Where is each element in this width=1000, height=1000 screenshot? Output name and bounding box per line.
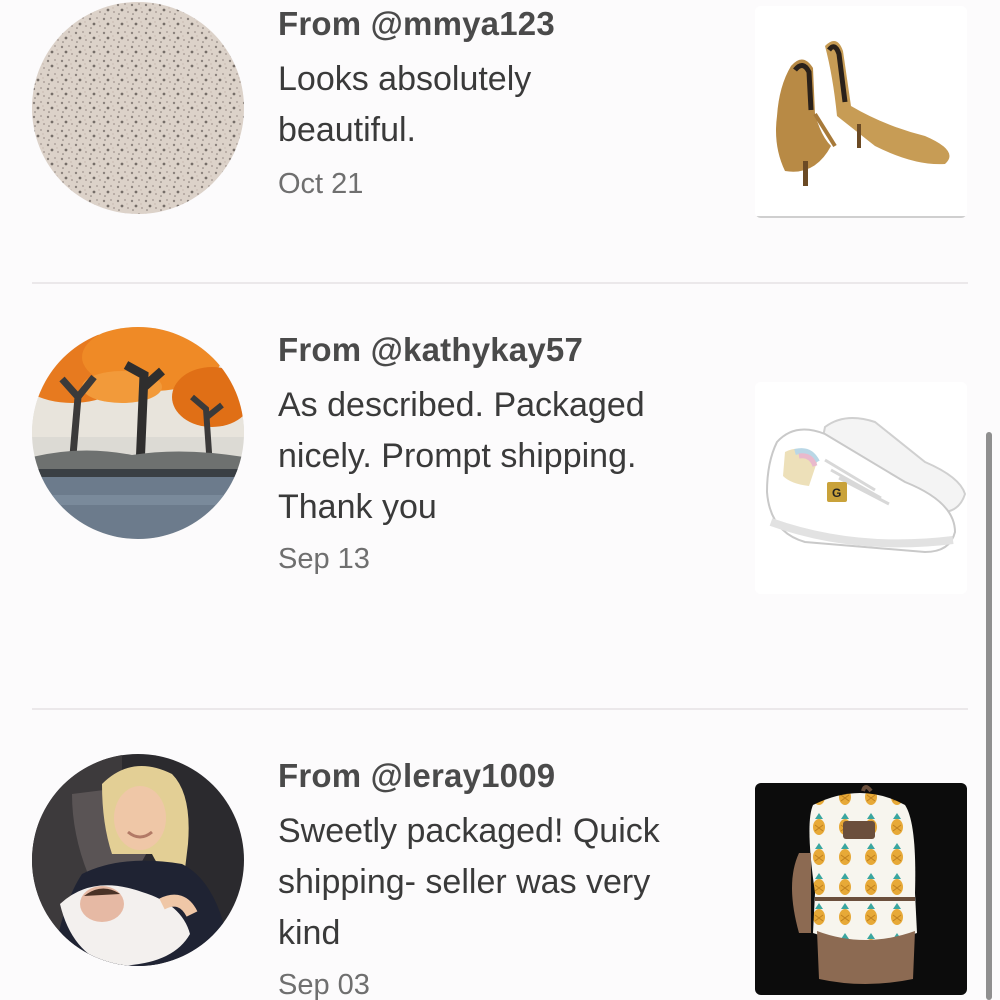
reviewer-avatar[interactable]: [32, 2, 244, 214]
review-text: From @kathykay57 As described. Packaged …: [278, 330, 718, 577]
pineapple-backpack-thumbnail: [755, 783, 967, 995]
product-thumbnail[interactable]: [755, 783, 967, 995]
review-date: Sep 03: [278, 969, 370, 1000]
white-sneakers-thumbnail: G: [755, 382, 967, 594]
review-date: Sep 13: [278, 543, 370, 575]
review-date: Oct 21: [278, 168, 364, 200]
review-comment: Sweetly packaged! Quick shipping- seller…: [278, 812, 660, 952]
woman-with-baby-avatar: [32, 754, 244, 966]
review-comment: As described. Packaged nicely. Prompt sh…: [278, 386, 645, 526]
reviewer-avatar[interactable]: [32, 754, 244, 966]
product-thumbnail[interactable]: [755, 6, 967, 218]
reviews-feed: From @mmya123 Looks absolutely beautiful…: [0, 0, 1000, 1000]
scrollbar[interactable]: [986, 432, 992, 1000]
gold-pointed-heels-thumbnail: [755, 6, 967, 218]
product-thumbnail[interactable]: G: [755, 382, 967, 594]
reviewer-avatar[interactable]: [32, 327, 244, 539]
review-text: From @leray1009 Sweetly packaged! Quick …: [278, 756, 718, 1000]
review-text: From @mmya123 Looks absolutely beautiful…: [278, 4, 718, 202]
review-divider: [32, 708, 968, 710]
granite-texture-avatar: [32, 2, 244, 214]
svg-text:G: G: [832, 486, 841, 500]
review-divider: [32, 282, 968, 284]
review-comment: Looks absolutely beautiful.: [278, 60, 532, 149]
reviewer-username[interactable]: From @kathykay57: [278, 330, 718, 370]
reviewer-username[interactable]: From @leray1009: [278, 756, 718, 796]
autumn-trees-painting-avatar: [32, 327, 244, 539]
reviewer-username[interactable]: From @mmya123: [278, 4, 718, 44]
